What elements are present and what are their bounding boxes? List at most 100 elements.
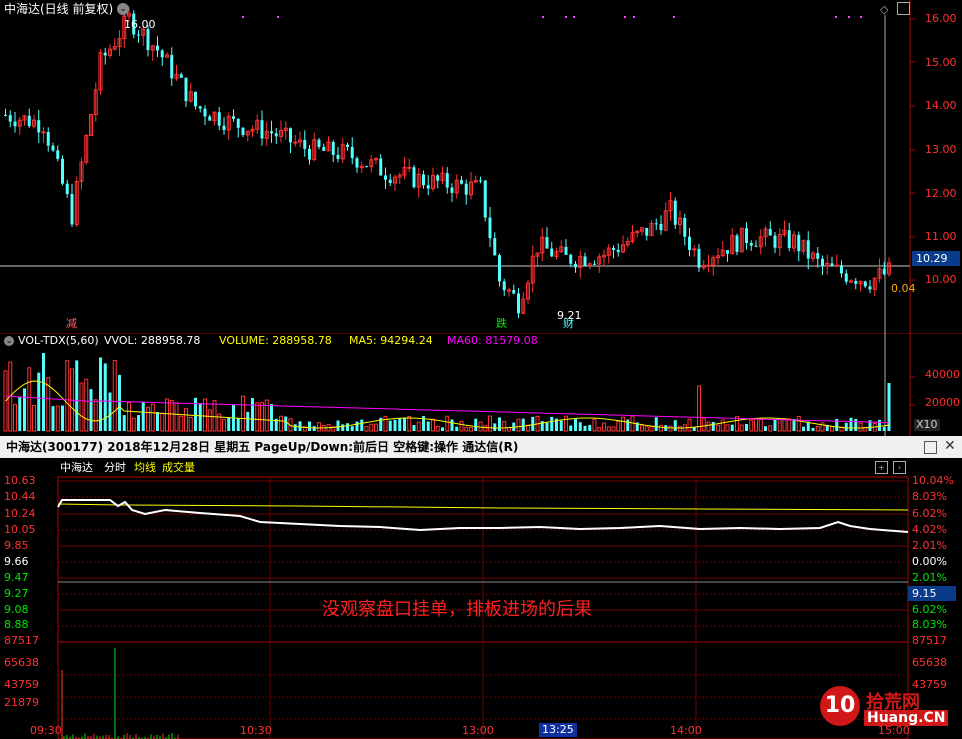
chevron-down-icon[interactable]: ⌄ — [117, 3, 129, 15]
candle-body — [241, 127, 245, 135]
maximize-icon[interactable] — [897, 2, 910, 15]
signal-reduce: 减 — [66, 317, 77, 330]
volume-bar — [165, 398, 169, 432]
volume-bar — [336, 420, 340, 431]
volume-bar — [654, 417, 658, 431]
volume-bar — [858, 422, 863, 432]
volume-bar — [777, 418, 782, 432]
candle-body — [797, 234, 801, 252]
volume-bar — [241, 395, 245, 432]
volume-bar — [364, 426, 369, 432]
volume-bar — [711, 422, 715, 431]
add-icon[interactable]: + — [875, 461, 888, 474]
volume-bar — [137, 415, 140, 431]
volume-bar — [887, 383, 891, 431]
signal-dot — [565, 16, 567, 18]
volume-bar — [160, 412, 165, 432]
volume-bar — [388, 420, 392, 431]
chevron-down-icon[interactable]: ⌄ — [4, 336, 14, 346]
current-price-box: 10.29 — [912, 251, 960, 266]
volume-bar — [882, 426, 886, 431]
candle-body — [170, 55, 174, 79]
tab-volume[interactable]: 成交量 — [162, 462, 195, 474]
volume-bar — [32, 404, 36, 432]
volume-bar — [108, 392, 112, 431]
candle-body — [464, 183, 468, 195]
vol-rtick-0: 87517 — [912, 634, 947, 647]
diamond-icon[interactable]: ◇ — [880, 3, 888, 16]
volume-bar — [179, 415, 184, 432]
signal-dot — [860, 16, 862, 18]
pct-tick-6: 2.01% — [912, 571, 947, 584]
volume-bar — [597, 427, 602, 432]
candle-body — [208, 116, 212, 121]
candle-body — [317, 139, 321, 148]
candle-body — [222, 125, 226, 130]
vol-volume: VOLUME: 288958.78 — [219, 334, 332, 347]
volume-bar — [431, 418, 435, 432]
volume-bar — [412, 425, 416, 431]
intraday-window[interactable]: 中海达(300177) 2018年12月28日 星期五 PageUp/Down:… — [0, 436, 962, 739]
candle-body — [13, 121, 17, 127]
volume-chart[interactable] — [0, 333, 962, 436]
candle-body — [564, 246, 568, 255]
volume-bar — [697, 385, 701, 432]
volume-bar — [212, 400, 217, 432]
candle-body — [574, 263, 577, 268]
volume-bar — [493, 423, 497, 431]
volume-bar — [659, 424, 663, 432]
candle-body — [787, 230, 791, 249]
volume-panel[interactable]: ⌄ VOL-TDX(5,60) VVOL: 288958.78 VOLUME: … — [0, 333, 962, 436]
volume-bar — [194, 397, 197, 431]
candle-body — [384, 175, 387, 180]
candle-body — [840, 265, 843, 274]
maximize-icon[interactable] — [924, 441, 937, 454]
volume-bar — [621, 416, 625, 432]
volume-bar — [246, 411, 250, 431]
volume-bar — [184, 408, 188, 432]
candle-body — [830, 263, 834, 267]
volume-bar — [188, 416, 193, 432]
vol-tick-1: 65638 — [4, 656, 39, 669]
volume-bar — [802, 426, 805, 431]
volume-bar — [403, 417, 406, 431]
kline-chart[interactable] — [0, 0, 962, 333]
volume-bar — [13, 403, 17, 432]
price-tick-1: 10.44 — [4, 490, 36, 503]
volume-bar — [483, 425, 488, 432]
signal-dot — [542, 16, 544, 18]
tab-time[interactable]: 分时 — [104, 462, 126, 474]
volume-bar — [488, 415, 492, 432]
chevron-right-icon[interactable]: › — [893, 461, 906, 474]
volume-bar — [284, 416, 288, 431]
vol-indicator-name[interactable]: VOL-TDX(5,60) — [18, 335, 99, 347]
vol-tick-0: 87517 — [4, 634, 39, 647]
volume-bar — [768, 425, 773, 432]
volume-bar — [758, 419, 763, 432]
volume-bar — [146, 406, 150, 432]
volume-bar — [279, 415, 283, 432]
volume-bar — [255, 402, 260, 432]
signal-dot — [277, 16, 279, 18]
volume-bar — [854, 418, 858, 431]
candle-body — [137, 34, 140, 36]
volume-bar — [796, 415, 801, 432]
kline-panel[interactable]: 中海达(日线 前复权) ⌄ 16.00 9.21 减 跌 财 16.00 15.… — [0, 0, 962, 333]
candle-body — [61, 158, 64, 184]
tab-avg[interactable]: 均线 — [134, 462, 156, 474]
volume-bar — [141, 401, 145, 431]
volume-bar — [739, 424, 744, 432]
volume-bar — [426, 421, 430, 431]
intraday-title-bar[interactable]: 中海达(300177) 2018年12月28日 星期五 PageUp/Down:… — [0, 436, 962, 458]
volume-bar — [264, 399, 269, 432]
volume-bar — [118, 374, 121, 431]
kline-title: 中海达(日线 前复权) — [4, 2, 114, 16]
candle-body — [688, 236, 691, 251]
volume-bar — [569, 425, 573, 431]
candle-body — [773, 235, 777, 248]
price-tick-3: 10.05 — [4, 523, 36, 536]
candle-body — [488, 217, 492, 239]
close-icon[interactable]: ✕ — [944, 438, 956, 454]
price-tick-0: 10.63 — [4, 474, 36, 487]
candle-body — [303, 139, 307, 149]
